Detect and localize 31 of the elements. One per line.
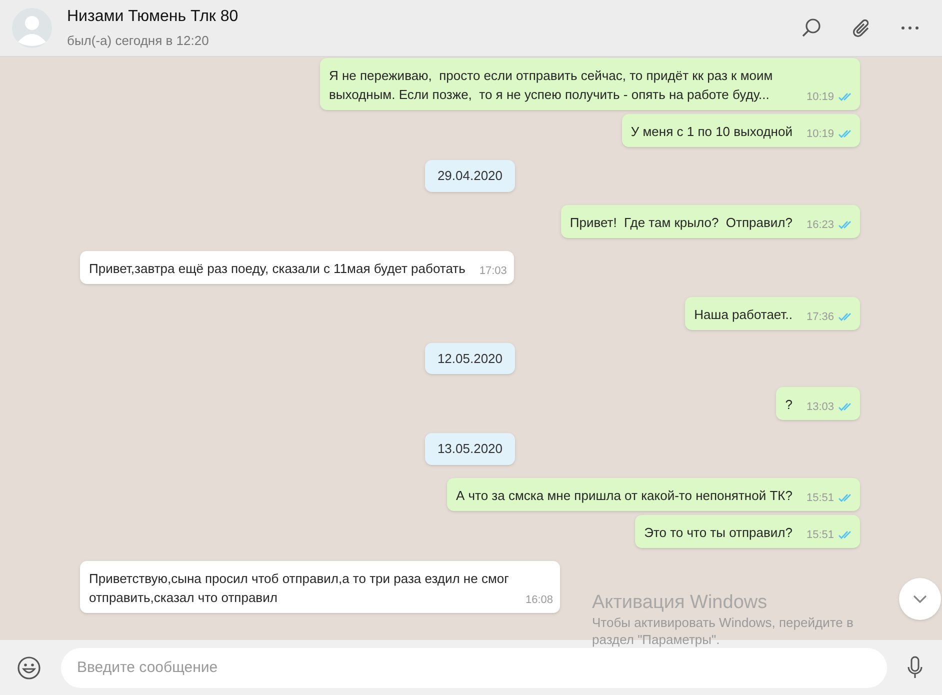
message-text: У меня с 1 по 10 выходной bbox=[630, 123, 792, 141]
message-text: А что за смска мне пришла от какой-то непонятной ТК? bbox=[456, 486, 792, 504]
message-time: 17:36 bbox=[806, 310, 834, 324]
message-time: 16:23 bbox=[806, 218, 834, 232]
date-badge: 12.05.2020 bbox=[425, 342, 515, 374]
message-text: Привет,завтра ещё раз поеду, сказали с 11мая будет работать bbox=[89, 260, 466, 278]
date-badge: 13.05.2020 bbox=[425, 433, 515, 464]
message-text: Приветствую,сына просил чтоб отправил,а то три раза ездил не смог отправить,сказал что отправил bbox=[89, 570, 510, 606]
message-time: 10:19 bbox=[806, 127, 834, 141]
microphone-icon[interactable] bbox=[907, 654, 923, 680]
message-time: 17:03 bbox=[479, 264, 507, 278]
last-seen: был(-а) сегодня в 12:20 bbox=[67, 32, 210, 50]
message-time: 15:51 bbox=[806, 528, 834, 542]
message-text: Это то что ты отправил? bbox=[644, 524, 792, 542]
message-text: ? bbox=[785, 396, 792, 414]
message-input[interactable]: Введите сообщение bbox=[61, 648, 887, 688]
message-text: Привет! Где там крыло? Отправил? bbox=[570, 214, 792, 232]
message-text: Я не переживаю, просто если отправить сейчас, то придёт кк раз к моим выходным. Если позже, то я не успею получить - опять на работе буду... bbox=[329, 67, 774, 104]
message-time: 16:08 bbox=[525, 592, 553, 606]
menu-icon[interactable] bbox=[900, 25, 920, 31]
chevron-down-icon bbox=[913, 595, 927, 603]
message-time: 15:51 bbox=[806, 490, 834, 504]
contact-name: Низами Тюмень Тлк 80 bbox=[67, 7, 238, 28]
message-time: 13:03 bbox=[806, 400, 834, 414]
search-icon[interactable] bbox=[800, 17, 822, 39]
message-time: 10:19 bbox=[806, 90, 834, 104]
date-badge: 29.04.2020 bbox=[425, 160, 515, 192]
activation-title: Активация Windows bbox=[592, 592, 768, 614]
message-text: Наша работает.. bbox=[694, 306, 792, 324]
emoji-icon[interactable] bbox=[16, 654, 42, 680]
activation-text: Чтобы активировать Windows, перейдите в раздел "Параметры". bbox=[592, 614, 854, 648]
